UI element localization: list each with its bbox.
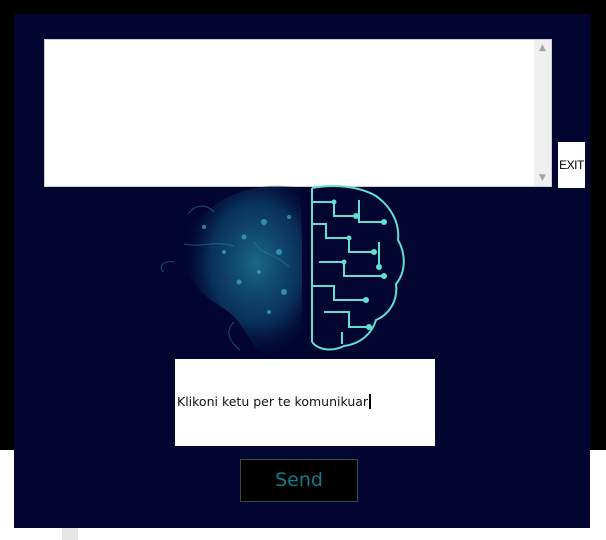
- message-input-text: Klikoni ketu per te komunikuar: [177, 394, 372, 409]
- message-input[interactable]: Klikoni ketu per te komunikuar: [175, 359, 435, 446]
- chat-log[interactable]: ▲ ▼: [44, 39, 552, 187]
- chevron-down-icon[interactable]: ▼: [534, 170, 551, 186]
- brain-circuit-illustration: [160, 185, 405, 356]
- chat-scrollbar[interactable]: ▲ ▼: [534, 40, 551, 186]
- chat-window: ▲ ▼ EXIT Klikoni ketu per te komunikuar …: [14, 14, 590, 528]
- text-caret: [369, 394, 372, 409]
- page-edge-fragment: [62, 528, 78, 540]
- send-button[interactable]: Send: [240, 459, 358, 502]
- chevron-up-icon[interactable]: ▲: [534, 40, 551, 56]
- exit-button[interactable]: EXIT: [558, 142, 585, 188]
